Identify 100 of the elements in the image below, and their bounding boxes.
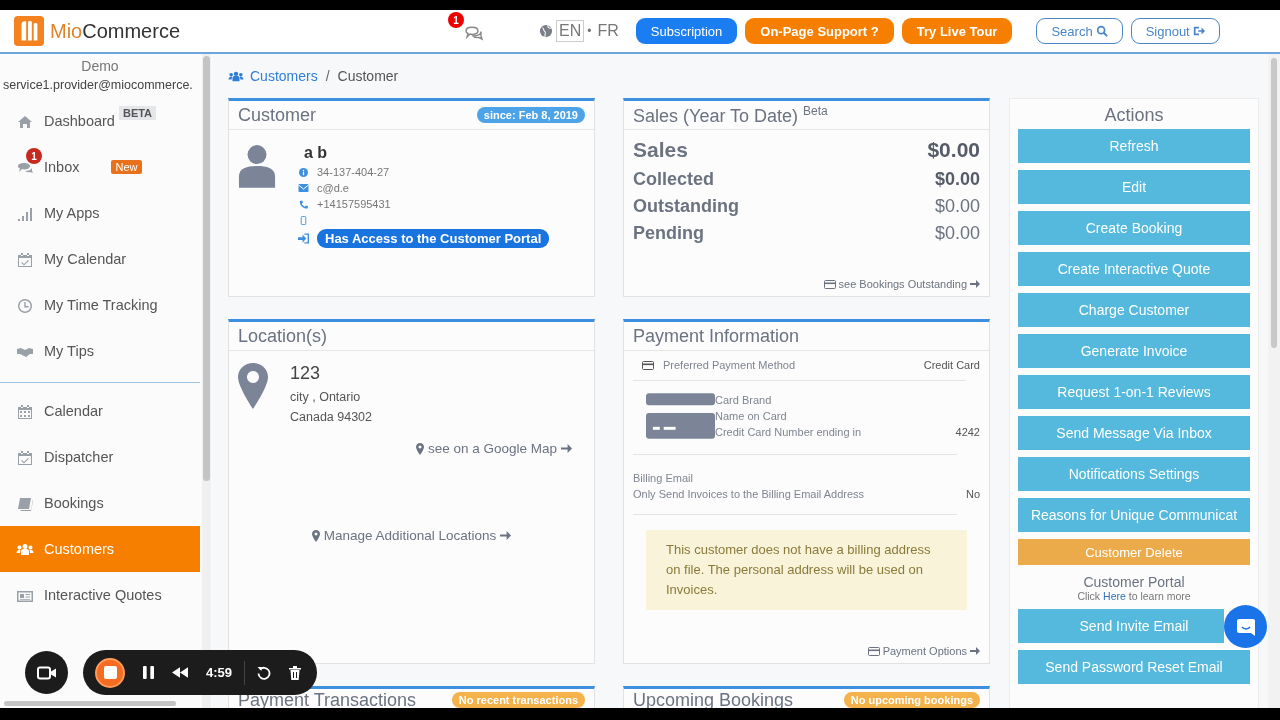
trash-icon[interactable] — [289, 665, 302, 680]
here-link[interactable]: Here — [1103, 590, 1126, 602]
sidebar-item[interactable]: Dashboard BETA — [0, 98, 200, 144]
customer-id: 34-137-404-27 — [317, 166, 390, 178]
sidebar-badge: BETA — [118, 106, 157, 120]
restart-icon[interactable] — [257, 665, 272, 680]
sidebar-item[interactable]: Calendar — [0, 388, 200, 434]
calendar-check-icon — [16, 448, 34, 466]
sidebar-label: Customers — [44, 541, 115, 557]
arrow-right-icon — [500, 530, 512, 541]
sidebar-item[interactable]: Customers — [0, 526, 200, 572]
phone-icon — [298, 199, 309, 209]
language-option[interactable]: FR — [594, 20, 622, 42]
header-button[interactable]: Try Live Tour — [901, 18, 1013, 44]
status-badge: No upcoming bookings — [843, 692, 980, 708]
address-line: Canada 94302 — [290, 409, 373, 426]
customer-email: c@d.e — [317, 182, 349, 194]
sidebar-label: Inbox — [44, 159, 80, 175]
sales-value: $0.00 — [927, 138, 980, 162]
field-label: Card Brand — [715, 394, 772, 406]
hint-text: Click — [1077, 590, 1101, 602]
stop-button[interactable] — [95, 657, 125, 688]
action-button[interactable]: Charge Customer — [1018, 293, 1250, 327]
field-label: Credit Card Number ending in — [715, 426, 862, 438]
action-button[interactable]: Create Booking — [1018, 211, 1250, 245]
action-button[interactable]: Edit — [1018, 170, 1250, 204]
rewind-icon[interactable] — [172, 667, 188, 678]
action-button[interactable]: Notifications Settings — [1018, 457, 1250, 491]
globe-icon — [539, 24, 553, 38]
panel-title: Actions — [1103, 105, 1165, 126]
sidebar-label: Bookings — [44, 495, 104, 511]
status-badge: No recent transactions — [451, 692, 585, 708]
sales-label: Pending — [633, 223, 704, 244]
arrow-right-icon — [970, 646, 980, 656]
google-map-link[interactable]: see on a Google Map — [415, 441, 572, 456]
logo-text: MioCommerce — [50, 19, 181, 43]
sidebar-label: Calendar — [44, 403, 103, 419]
breadcrumb-link[interactable]: Customers — [250, 68, 318, 84]
breadcrumb-separator: / — [325, 68, 330, 84]
sidebar-item[interactable]: My Time Tracking — [0, 282, 200, 328]
since-badge: since: Feb 8, 2019 — [476, 107, 585, 123]
credit-card-icon — [867, 646, 880, 656]
header-button[interactable]: Signout — [1130, 18, 1220, 44]
field-label: Only Send Invoices to the Billing Email Address — [633, 488, 865, 500]
sidebar-item[interactable]: Inbox 1 New — [0, 144, 200, 190]
language-option[interactable]: EN — [556, 20, 585, 42]
person-avatar-icon — [238, 144, 276, 188]
calendar-icon — [16, 402, 34, 420]
billing-notice: This customer does not have a billing address on file. The personal address will be used on Invoices. — [646, 530, 967, 610]
action-button[interactable]: Send Invite Email — [1018, 609, 1224, 643]
recording-time: 4:59 — [206, 665, 233, 680]
action-button[interactable]: Create Interactive Quote — [1018, 252, 1250, 286]
sidebar-label: Interactive Quotes — [44, 587, 162, 603]
sidebar-item[interactable]: My Tips — [0, 328, 200, 374]
card-title: Location(s) — [238, 325, 328, 347]
chat-launcher-button[interactable] — [1224, 605, 1267, 648]
sidebar-label: My Apps — [44, 205, 100, 221]
sidebar-item[interactable]: Dispatcher — [0, 434, 200, 480]
action-button[interactable]: Generate Invoice — [1018, 334, 1250, 368]
credit-card-icon — [823, 279, 836, 289]
action-button[interactable]: Reasons for Unique Communicat — [1018, 498, 1250, 532]
sidebar-label: Dashboard — [44, 113, 115, 129]
arrow-right-icon — [561, 443, 572, 454]
card-title: Sales (Year To Date) $^{Beta}$ — [633, 103, 828, 127]
separator-dot: • — [587, 24, 592, 38]
sign-in-icon — [298, 232, 309, 244]
header-button[interactable]: On-Page Support ? — [745, 18, 894, 44]
header-button[interactable]: Search — [1036, 18, 1123, 44]
field-label: Billing Email — [633, 471, 694, 486]
user-name: Demo — [80, 58, 120, 76]
chat-bubble-icon — [1235, 616, 1256, 637]
field-value: No — [965, 488, 980, 500]
card-title: Customer — [238, 104, 317, 126]
bookings-outstanding-link[interactable]: see Bookings Outstanding — [823, 278, 980, 290]
pause-icon[interactable] — [143, 666, 154, 679]
field-label: Name on Card — [715, 410, 787, 422]
logo-icon — [14, 16, 44, 46]
manage-locations-link[interactable]: Manage Additional Locations — [311, 528, 512, 543]
customer-phone: +14157595431 — [317, 198, 391, 210]
calendar-check-icon — [16, 250, 34, 268]
sidebar-item[interactable]: Bookings — [0, 480, 200, 526]
sidebar-item[interactable]: Interactive Quotes — [0, 572, 200, 618]
map-pin-icon — [238, 363, 268, 409]
action-button[interactable]: Send Message Via Inbox — [1018, 416, 1250, 450]
field-label: Preferred Payment Method — [663, 359, 796, 371]
envelope-icon — [298, 184, 309, 192]
arrow-right-icon — [970, 279, 980, 289]
video-camera-icon — [36, 665, 57, 680]
header-button[interactable]: Subscription — [635, 18, 738, 44]
sidebar-label: My Time Tracking — [44, 297, 158, 313]
action-button[interactable]: Refresh — [1018, 129, 1250, 163]
sidebar-badge: New — [111, 160, 142, 174]
portal-access-badge: Has Access to the Customer Portal — [317, 228, 550, 248]
breadcrumb-current: Customer — [337, 68, 399, 84]
chat-icon[interactable] — [464, 24, 484, 42]
payment-options-link[interactable]: Payment Options — [867, 645, 980, 657]
sidebar-item[interactable]: My Calendar — [0, 236, 200, 282]
sidebar-item[interactable]: My Apps — [0, 190, 200, 236]
action-button[interactable]: Send Password Reset Email — [1018, 650, 1250, 684]
action-button[interactable]: Request 1-on-1 Reviews — [1018, 375, 1250, 409]
